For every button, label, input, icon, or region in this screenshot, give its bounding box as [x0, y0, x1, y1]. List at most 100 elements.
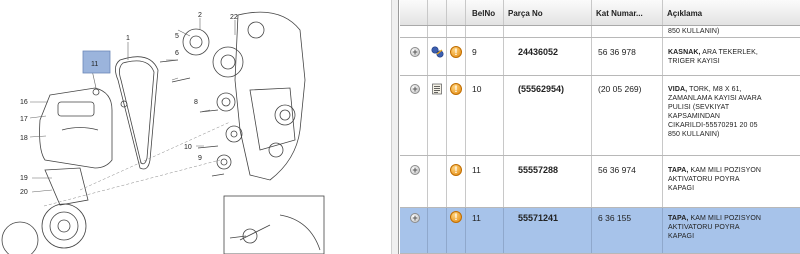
table-row-selected[interactable]: + ! 11 55571241 6 36 155 TAPA, KAM MILI … — [400, 208, 800, 254]
detail-inset-box — [223, 195, 325, 254]
idler-pulley-drawing — [216, 92, 236, 112]
warning-icon[interactable]: ! — [450, 164, 462, 176]
row-kat-cell: 56 36 978 — [592, 38, 663, 75]
timing-belt-diagram[interactable]: 1 2 5 6 8 9 10 11 16 17 18 19 20 22 — [0, 0, 391, 254]
row-aciklama-cell: VIDA, TORK, M8 X 61, ZAMANLAMA KAYISI AV… — [663, 76, 800, 155]
header-parca-no[interactable]: Parça No — [504, 0, 592, 25]
warning-icon[interactable]: ! — [450, 211, 462, 223]
document-icon[interactable] — [431, 83, 443, 95]
header-belno[interactable]: BelNo — [466, 0, 504, 25]
row-description-bold: KASNAK, — [668, 49, 701, 56]
expand-plus-icon[interactable]: + — [410, 213, 420, 223]
callout-9[interactable]: 9 — [198, 155, 202, 162]
row-expand-cell: + — [400, 156, 428, 207]
row-part-number[interactable]: 55571241 — [518, 213, 558, 224]
callout-11[interactable]: 11 — [91, 61, 98, 68]
row-icon2-cell: ! — [447, 38, 466, 75]
row-aciklama-cell: KASNAK, ARA TEKERLEK, TRIGER KAYISI — [663, 38, 800, 75]
header-icon1 — [428, 0, 447, 25]
table-row[interactable]: 850 KULLANIN) — [400, 26, 800, 38]
row-description: KASNAK, ARA TEKERLEK, TRIGER KAYISI — [668, 48, 758, 66]
diagram-scrollbar[interactable] — [391, 0, 398, 254]
callout-6[interactable]: 6 — [175, 50, 179, 57]
row-icon1-cell — [428, 208, 447, 253]
header-kat-numarasi[interactable]: Kat Numar... — [592, 0, 663, 25]
crank-pulley-drawing — [41, 203, 87, 249]
expand-plus-icon[interactable]: + — [410, 165, 420, 175]
callout-18[interactable]: 18 — [20, 135, 28, 142]
row-belno-cell: 10 — [466, 76, 504, 155]
expand-plus-icon[interactable]: + — [410, 47, 420, 57]
callout-1[interactable]: 1 — [126, 35, 130, 42]
row-icon1-cell — [428, 26, 447, 37]
callout-2[interactable]: 2 — [198, 12, 202, 19]
row-icon2-cell: ! — [447, 76, 466, 155]
row-belno: 9 — [472, 47, 477, 57]
header-icon2 — [447, 0, 466, 25]
row-catalog-number: 56 36 974 — [598, 165, 636, 175]
row-belno: 10 — [472, 84, 482, 94]
warning-icon[interactable]: ! — [450, 46, 462, 58]
engine-block-drawing — [234, 11, 306, 181]
callout-19[interactable]: 19 — [20, 175, 28, 182]
row-description: 850 KULLANIN) — [668, 28, 720, 35]
table-header: BelNo Parça No Kat Numar... Açıklama — [400, 0, 800, 26]
parts-diagram-panel: 1 2 5 6 8 9 10 11 16 17 18 19 20 22 — [0, 0, 399, 254]
row-catalog-number: 6 36 155 — [598, 213, 632, 223]
row-parca-cell: (55562954) — [504, 76, 592, 155]
row-part-number[interactable]: (55562954) — [518, 84, 564, 95]
link-icon[interactable] — [431, 46, 444, 58]
row-catalog-number: (20 05 269) — [598, 84, 642, 94]
callout-22[interactable]: 22 — [230, 14, 238, 21]
row-aciklama-cell: 850 KULLANIN) — [663, 26, 800, 37]
table-row[interactable]: + ! 11 55557288 56 36 974 TAPA, KAM MILI… — [400, 156, 800, 208]
row-description-text: TORK, M8 X 61, ZAMANLAMA KAYISI AVARA PU… — [668, 86, 762, 138]
row-description-bold: TAPA, — [668, 215, 689, 222]
timing-belt-drawing — [115, 56, 159, 170]
row-belno-cell: 9 — [466, 38, 504, 75]
row-expand-cell — [400, 26, 428, 37]
row-parca-cell: 55557288 — [504, 156, 592, 207]
row-expand-cell: + — [400, 76, 428, 155]
parts-table: BelNo Parça No Kat Numar... Açıklama 850… — [400, 0, 800, 254]
row-kat-cell: (20 05 269) — [592, 76, 663, 155]
row-catalog-number: 56 36 978 — [598, 47, 636, 57]
row-kat-cell — [592, 26, 663, 37]
row-description-bold: TAPA, — [668, 167, 689, 174]
callout-16[interactable]: 16 — [20, 99, 28, 106]
row-aciklama-cell: TAPA, KAM MILI POZISYON AKTIVATORU POYRA… — [663, 156, 800, 207]
row-icon2-cell: ! — [447, 156, 466, 207]
header-aciklama[interactable]: Açıklama — [663, 0, 800, 25]
row-icon1-cell — [428, 76, 447, 155]
row-parca-cell: 55571241 — [504, 208, 592, 253]
row-part-number[interactable]: 24436052 — [518, 47, 558, 58]
callout-8[interactable]: 8 — [194, 99, 198, 106]
row-icon1-cell — [428, 156, 447, 207]
callout-20[interactable]: 20 — [20, 189, 28, 196]
camshaft-sprocket-drawing — [182, 28, 210, 56]
row-icon2-cell — [447, 26, 466, 37]
row-aciklama-cell: TAPA, KAM MILI POZISYON AKTIVATORU POYRA… — [663, 208, 800, 253]
row-expand-cell: + — [400, 208, 428, 253]
row-expand-cell: + — [400, 38, 428, 75]
table-row[interactable]: + ! 10 (55562954) (20 05 269) VIDA, TORK… — [400, 76, 800, 156]
row-kat-cell: 6 36 155 — [592, 208, 663, 253]
callout-10[interactable]: 10 — [184, 144, 192, 151]
callout-17[interactable]: 17 — [20, 116, 28, 123]
row-icon1-cell — [428, 38, 447, 75]
row-description: TAPA, KAM MILI POZISYON AKTIVATORU POYRA… — [668, 214, 761, 241]
row-parca-cell: 24436052 — [504, 38, 592, 75]
row-description: TAPA, KAM MILI POZISYON AKTIVATORU POYRA… — [668, 166, 761, 193]
expand-plus-icon[interactable]: + — [410, 84, 420, 94]
row-part-number[interactable]: 55557288 — [518, 165, 558, 176]
row-kat-cell: 56 36 974 — [592, 156, 663, 207]
row-belno: 11 — [472, 213, 481, 223]
row-parca-cell — [504, 26, 592, 37]
callout-5[interactable]: 5 — [175, 33, 179, 40]
header-expand — [400, 0, 428, 25]
row-belno: 11 — [472, 165, 481, 175]
row-description-bold: VIDA, — [668, 86, 688, 93]
table-row[interactable]: + ! 9 24436052 56 36 978 KASNAK, ARA TEK… — [400, 38, 800, 76]
row-belno-cell: 11 — [466, 156, 504, 207]
warning-icon[interactable]: ! — [450, 83, 462, 95]
